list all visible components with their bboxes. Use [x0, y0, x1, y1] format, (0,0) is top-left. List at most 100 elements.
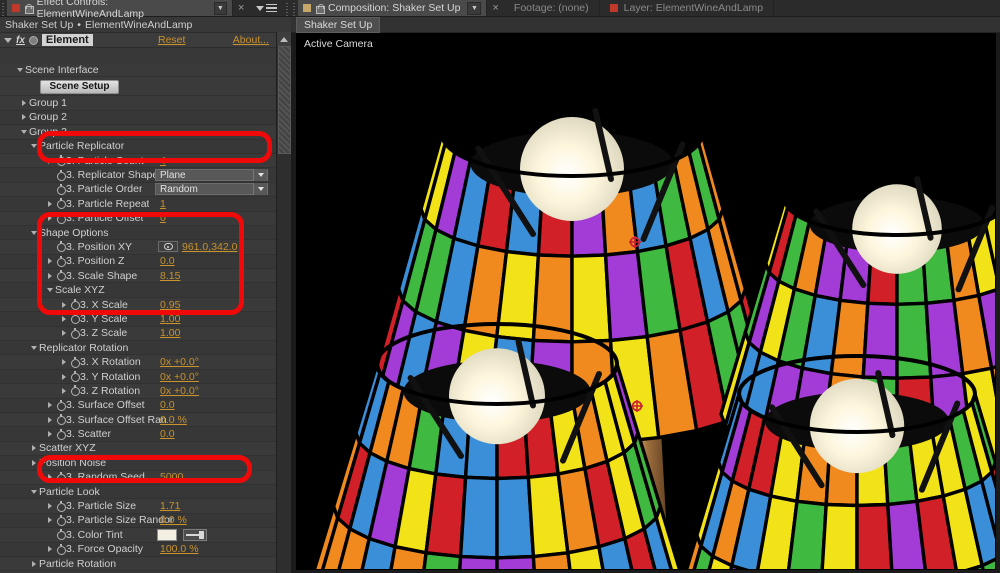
param-row[interactable]: Particle Replicator	[0, 139, 276, 154]
lock-icon[interactable]	[24, 3, 34, 14]
stopwatch-icon[interactable]	[55, 155, 66, 167]
param-row[interactable]: Replicator Rotation	[0, 341, 276, 356]
tab-effect-controls[interactable]: Effect Controls: ElementWineAndLamp ▼	[6, 0, 233, 20]
stopwatch-icon[interactable]	[69, 299, 80, 311]
param-value[interactable]: 0.0	[160, 399, 175, 411]
stopwatch-icon[interactable]	[55, 500, 66, 512]
comp-close-icon[interactable]: ×	[487, 0, 503, 16]
twirl-right-icon[interactable]	[28, 445, 39, 452]
param-row[interactable]: 3. Y Rotation 0x +0.0°	[0, 369, 276, 385]
panel-grip-right[interactable]	[284, 0, 291, 16]
param-row[interactable]: 3. Particle Size Randor 0.0 %	[0, 513, 276, 529]
stopwatch-icon[interactable]	[55, 514, 66, 526]
twirl-right-icon[interactable]	[44, 272, 55, 279]
param-row[interactable]: 3. Position XY 961.0,342.0	[0, 240, 276, 255]
param-row[interactable]: 3. Z Scale 1.00	[0, 326, 276, 342]
twirl-right-icon[interactable]	[28, 560, 39, 567]
twirl-down-icon[interactable]	[18, 129, 29, 134]
param-row[interactable]: Particle Rotation	[0, 556, 276, 572]
param-row[interactable]: 3. Particle Order Random	[0, 182, 276, 198]
breadcrumb-layer[interactable]: ElementWineAndLamp	[85, 19, 192, 31]
twirl-down-icon[interactable]	[14, 67, 25, 72]
param-dropdown[interactable]: Random	[155, 183, 268, 196]
param-row[interactable]: Group 1	[0, 96, 276, 111]
twirl-right-icon[interactable]	[44, 258, 55, 265]
reset-button[interactable]: Reset	[158, 34, 185, 46]
param-value[interactable]: 0x +0.0°	[160, 371, 199, 383]
stopwatch-icon[interactable]	[55, 428, 66, 440]
param-dropdown[interactable]: Plane	[155, 169, 268, 182]
param-value[interactable]: 0.0	[160, 255, 175, 267]
twirl-down-icon[interactable]	[28, 345, 39, 350]
panel-grip[interactable]	[0, 0, 7, 16]
twirl-right-icon[interactable]	[58, 315, 69, 322]
twirl-down-icon[interactable]	[4, 37, 12, 43]
stopwatch-icon[interactable]	[55, 183, 66, 195]
eyedropper-icon[interactable]	[183, 528, 207, 541]
stopwatch-icon[interactable]	[55, 212, 66, 224]
param-value[interactable]: 4	[160, 155, 166, 167]
position-picker-icon[interactable]	[158, 241, 178, 253]
param-row[interactable]: 3. Force Opacity 100.0 %	[0, 542, 276, 557]
twirl-right-icon[interactable]	[44, 546, 55, 553]
param-value[interactable]: 0x +0.0°	[160, 385, 199, 397]
param-row[interactable]: 3. Surface Offset 0.0	[0, 398, 276, 413]
scroll-up-icon[interactable]	[277, 32, 291, 46]
param-value[interactable]: 961.0,342.0	[182, 241, 237, 253]
scene-interface-row[interactable]: Scene Interface	[0, 63, 276, 78]
stopwatch-icon[interactable]	[55, 414, 66, 426]
stopwatch-icon[interactable]	[55, 198, 66, 210]
twirl-right-icon[interactable]	[44, 503, 55, 510]
chevron-down-icon[interactable]	[253, 183, 267, 196]
tab-footage[interactable]: Footage: (none)	[504, 0, 600, 16]
twirl-right-icon[interactable]	[58, 330, 69, 337]
param-row[interactable]: Group 2	[0, 110, 276, 126]
stopwatch-icon[interactable]	[69, 371, 80, 382]
param-value[interactable]: 0.0 %	[160, 414, 187, 426]
twirl-right-icon[interactable]	[44, 431, 55, 438]
stopwatch-icon[interactable]	[69, 327, 80, 339]
stopwatch-icon[interactable]	[55, 543, 66, 555]
param-row[interactable]: 3. Particle Count 4	[0, 153, 276, 169]
chevron-down-icon[interactable]: ▼	[213, 1, 227, 15]
about-button[interactable]: About...	[233, 34, 269, 46]
panel-menu-button[interactable]	[249, 0, 284, 16]
param-row[interactable]: 3. Particle Size 1.71	[0, 499, 276, 514]
twirl-right-icon[interactable]	[58, 359, 69, 366]
param-row[interactable]: Position Noise	[0, 456, 276, 471]
stopwatch-icon[interactable]	[69, 313, 80, 325]
param-value[interactable]: 1	[160, 198, 166, 210]
twirl-down-icon[interactable]	[28, 489, 39, 494]
param-row[interactable]: 3. X Scale 0.95	[0, 297, 276, 313]
twirl-right-icon[interactable]	[58, 301, 69, 308]
stopwatch-icon[interactable]	[55, 169, 66, 181]
comp-lock-icon[interactable]	[315, 3, 325, 14]
param-value[interactable]: 0	[160, 212, 166, 224]
param-row[interactable]: 3. Scale Shape 8.15	[0, 269, 276, 284]
stopwatch-icon[interactable]	[69, 356, 80, 368]
twirl-right-icon[interactable]	[44, 416, 55, 423]
scene-setup-button[interactable]: Scene Setup	[40, 79, 119, 94]
comp-panel-grip[interactable]	[291, 0, 298, 16]
composition-viewport[interactable]: Active Camera	[296, 33, 996, 570]
globe-icon[interactable]	[28, 35, 38, 45]
twirl-right-icon[interactable]	[28, 459, 39, 466]
param-row[interactable]: Scale XYZ	[0, 283, 276, 298]
effect-name[interactable]: Element	[41, 34, 93, 46]
tab-composition[interactable]: Composition: Shaker Set Up ▼	[298, 0, 488, 16]
close-icon[interactable]: ×	[233, 0, 249, 16]
stopwatch-icon[interactable]	[55, 270, 66, 282]
param-row[interactable]: 3. Color Tint	[0, 528, 276, 543]
twirl-down-icon[interactable]	[28, 144, 39, 149]
param-row[interactable]: 3. Scatter 0.0	[0, 427, 276, 442]
twirl-right-icon[interactable]	[44, 474, 55, 481]
stopwatch-icon[interactable]	[55, 241, 66, 253]
param-value[interactable]: 0.95	[160, 299, 180, 311]
color-swatch[interactable]	[157, 528, 177, 541]
panel-scrollbar[interactable]	[276, 32, 291, 573]
param-value[interactable]: 100.0 %	[160, 543, 199, 555]
param-row[interactable]: 3. Particle Offset 0	[0, 211, 276, 226]
param-row[interactable]: 3. X Rotation 0x +0.0°	[0, 355, 276, 370]
param-value[interactable]: 0.0 %	[160, 514, 187, 526]
param-row[interactable]: 3. Y Scale 1.00	[0, 312, 276, 327]
